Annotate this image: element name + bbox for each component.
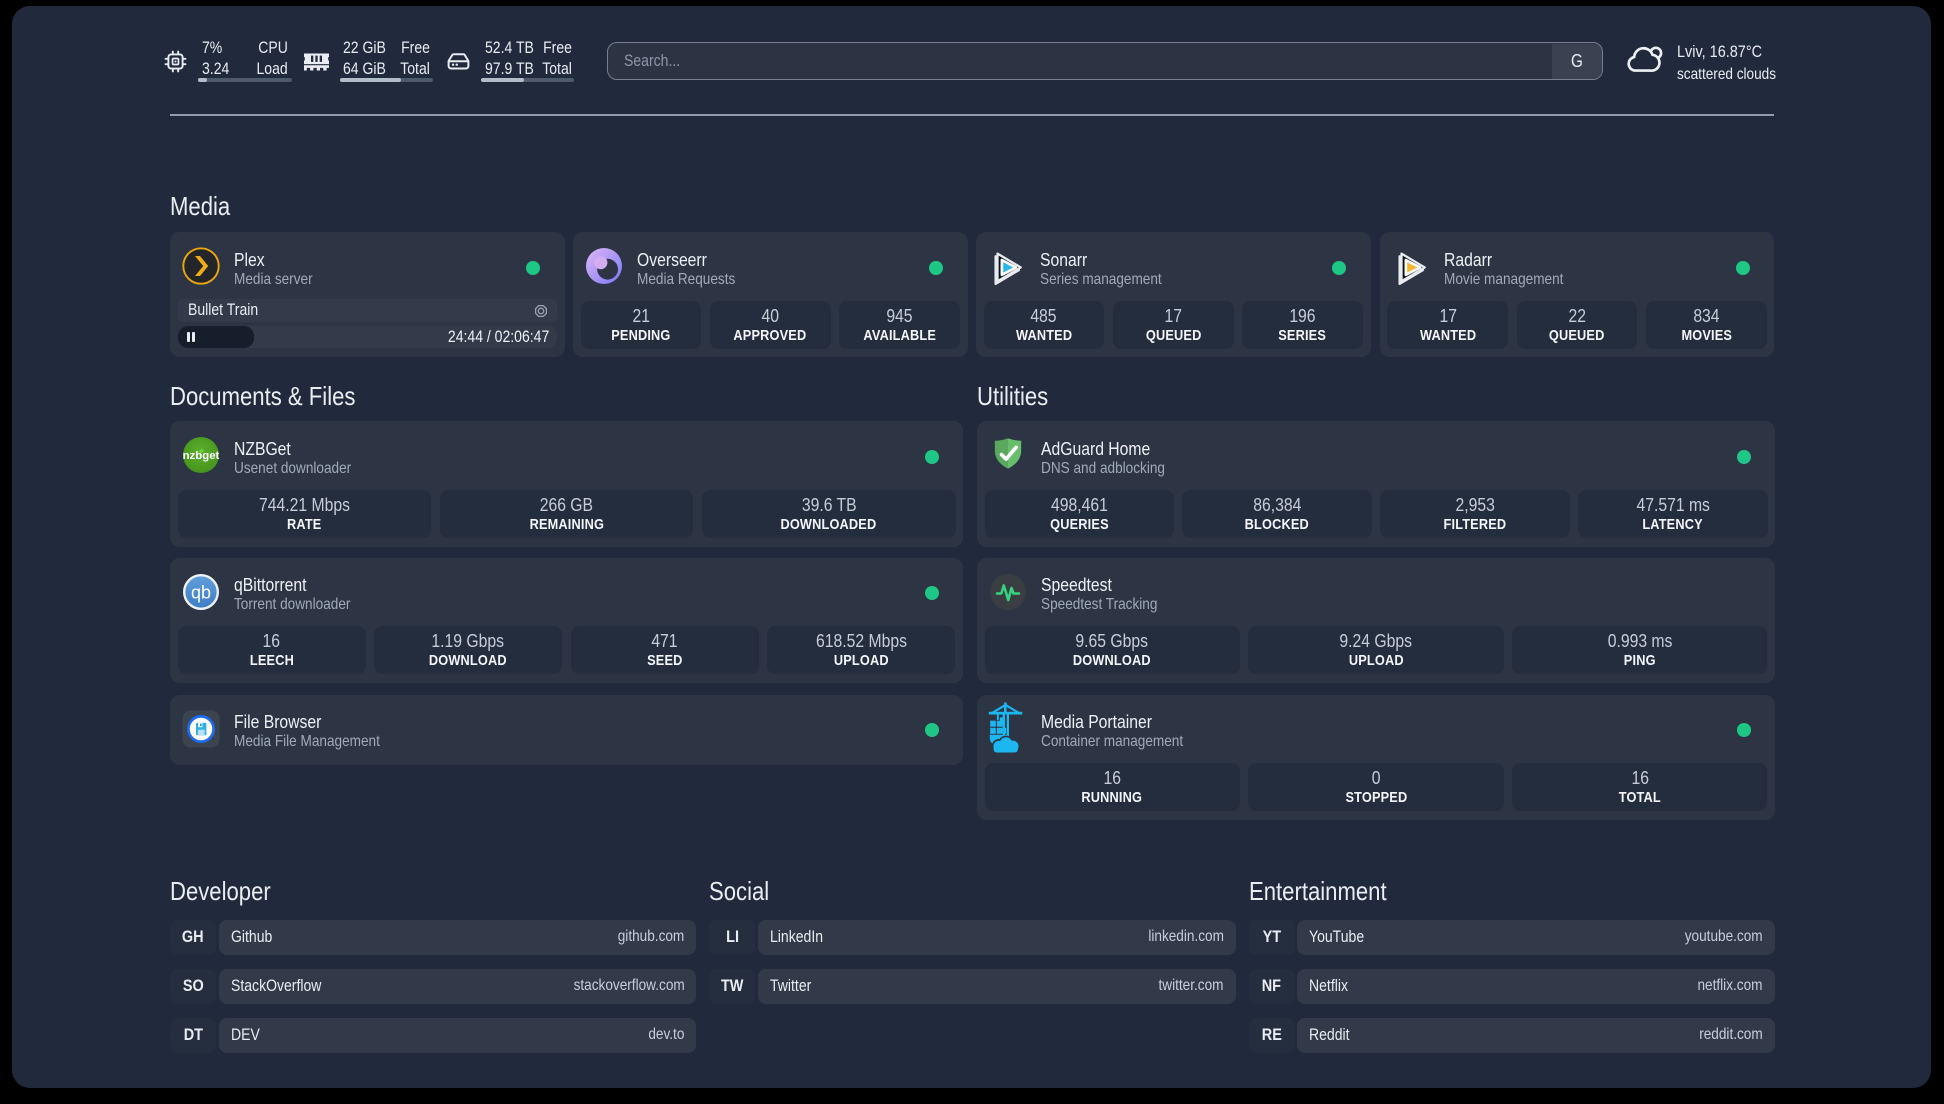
svg-text:nzbget: nzbget [183, 450, 220, 462]
svg-text:qb: qb [191, 582, 211, 602]
